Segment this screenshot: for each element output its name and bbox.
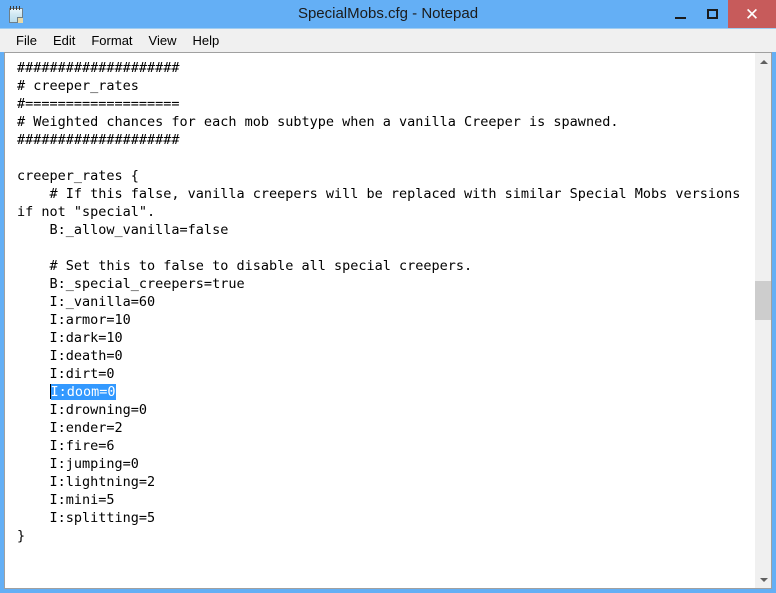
document-text: #################### # creeper_rates #====… <box>6 59 754 545</box>
window-controls: ✕ <box>664 0 776 28</box>
editor-line: B:_allow_vanilla=false <box>17 222 229 238</box>
editor-line: # Weighted chances for each mob subtype … <box>17 114 619 130</box>
menu-item-view[interactable]: View <box>141 31 185 51</box>
notepad-icon <box>9 5 25 24</box>
editor-line: # creeper_rates <box>17 78 139 94</box>
close-button[interactable]: ✕ <box>728 0 776 28</box>
scrollbar-track[interactable] <box>755 70 771 571</box>
editor-line: I:_vanilla=60 <box>17 294 156 310</box>
title-bar[interactable]: SpecialMobs.cfg - Notepad ✕ <box>0 0 776 28</box>
menu-bar: File Edit Format View Help <box>0 28 776 52</box>
editor-line: I:ender=2 <box>17 420 123 436</box>
minimize-button[interactable] <box>664 0 696 28</box>
editor-line: creeper_rates { <box>17 168 139 184</box>
editor-line: I:armor=10 <box>17 312 131 328</box>
minimize-icon <box>674 16 686 19</box>
editor-line: I:drowning=0 <box>17 402 148 418</box>
editor-line: #################### <box>17 132 180 148</box>
editor-line: # Set this to false to disable all speci… <box>17 258 473 274</box>
editor-line: B:_special_creepers=true <box>17 276 245 292</box>
scroll-up-button[interactable] <box>755 53 771 70</box>
menu-item-edit[interactable]: Edit <box>45 31 83 51</box>
editor-line: } <box>17 528 26 544</box>
editor-line: # If this false, vanilla creepers will b… <box>17 186 741 202</box>
editor-line: I:jumping=0 <box>17 456 139 472</box>
maximize-button[interactable] <box>696 0 728 28</box>
editor-line: I:splitting=5 <box>17 510 156 526</box>
scrollbar-thumb[interactable] <box>755 281 771 320</box>
editor-line: #=================== <box>17 96 180 112</box>
editor-client-area: #################### # creeper_rates #====… <box>4 52 772 589</box>
editor-line: #################### <box>17 60 180 76</box>
chevron-up-icon <box>759 59 768 64</box>
notepad-window: SpecialMobs.cfg - Notepad ✕ File Edit Fo… <box>0 0 776 593</box>
editor-line: I:fire=6 <box>17 438 115 454</box>
selected-text: I:doom=0 <box>50 384 116 400</box>
menu-item-file[interactable]: File <box>8 31 45 51</box>
text-editor[interactable]: #################### # creeper_rates #====… <box>5 53 754 588</box>
window-title: SpecialMobs.cfg - Notepad <box>297 5 479 22</box>
editor-line: I:dirt=0 <box>17 366 115 382</box>
editor-line: I:lightning=2 <box>17 474 156 490</box>
menu-item-help[interactable]: Help <box>184 31 227 51</box>
editor-line: I:death=0 <box>17 348 123 364</box>
editor-line: I:doom=0 <box>17 383 754 401</box>
scroll-down-button[interactable] <box>755 571 771 588</box>
menu-item-format[interactable]: Format <box>83 31 140 51</box>
maximize-icon <box>706 9 718 19</box>
editor-line: I:dark=10 <box>17 330 123 346</box>
chevron-down-icon <box>759 577 768 582</box>
editor-line: if not "special". <box>17 204 156 220</box>
close-icon: ✕ <box>744 4 760 24</box>
vertical-scrollbar[interactable] <box>754 53 771 588</box>
editor-line: I:mini=5 <box>17 492 115 508</box>
